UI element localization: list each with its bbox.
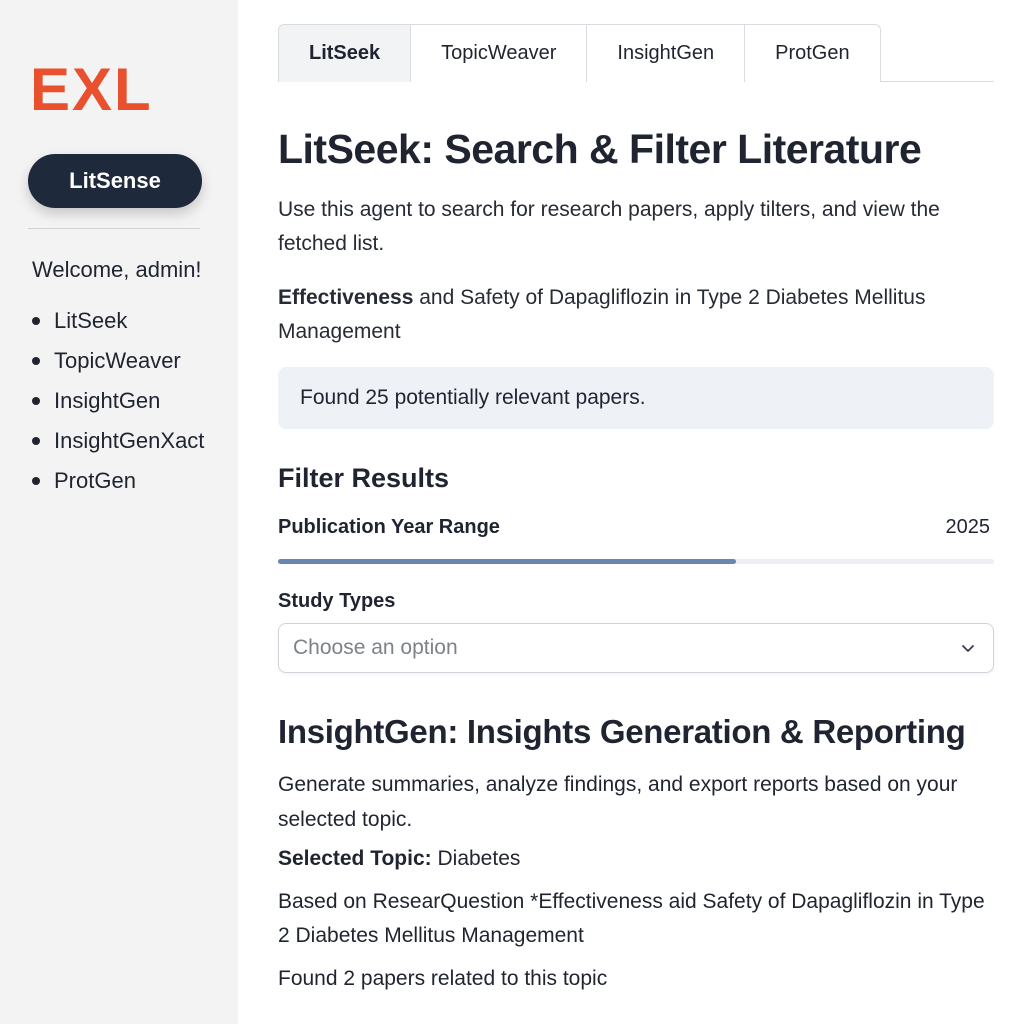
welcome-text: Welcome, admin!	[32, 257, 202, 282]
sidebar-divider	[28, 228, 200, 229]
chevron-down-icon	[962, 645, 974, 652]
year-range-row: Publication Year Range 2025	[278, 516, 990, 539]
tab-protgen[interactable]: ProtGen	[744, 24, 881, 82]
sidebar-item-insightgenxact[interactable]: InsightGenXact	[32, 421, 238, 461]
sidebar-nav: LitSeek TopicWeaver InsightGen InsightGe…	[32, 301, 238, 501]
litsense-button[interactable]: LitSense	[28, 154, 202, 208]
sidebar-item-label: InsightGen	[54, 388, 161, 413]
sidebar-item-label: ProtGen	[54, 468, 136, 493]
year-range-value: 2025	[945, 516, 991, 538]
tab-litseek[interactable]: LitSeek	[278, 24, 412, 82]
sidebar-item-label: TopicWeaver	[54, 348, 181, 373]
research-question: Effectiveness and Safety of Dapagliflozi…	[278, 281, 988, 349]
tab-bar: LitSeek TopicWeaver InsightGen ProtGen	[278, 24, 994, 82]
study-types-select[interactable]: Choose an option	[278, 623, 994, 673]
selected-topic: Selected Topic: Diabetes	[278, 847, 994, 871]
bullet-icon	[32, 357, 40, 365]
app-root: EXL LitSense Welcome, admin! LitSeek Top…	[0, 0, 1024, 1024]
found-papers-info: Found 25 potentially relevant papers.	[278, 367, 994, 429]
filter-heading: Filter Results	[278, 463, 450, 493]
research-question-bold: Effectiveness	[278, 286, 414, 309]
bullet-icon	[32, 437, 40, 445]
sidebar: EXL LitSense Welcome, admin! LitSeek Top…	[0, 0, 238, 1024]
tab-insightgen[interactable]: InsightGen	[586, 24, 746, 82]
insightgen-title: InsightGen: Insights Generation & Report…	[278, 713, 966, 750]
insightgen-found: Found 2 papers related to this topic	[278, 967, 608, 990]
page-title: LitSeek: Search & Filter Literature	[278, 126, 922, 172]
main-content: LitSeek TopicWeaver InsightGen ProtGen L…	[238, 0, 1024, 1024]
sidebar-item-protgen[interactable]: ProtGen	[32, 461, 238, 501]
study-types-placeholder: Choose an option	[293, 636, 458, 659]
year-range-slider[interactable]	[278, 559, 994, 564]
year-range-label: Publication Year Range	[278, 516, 500, 538]
selected-topic-value: Diabetes	[431, 847, 521, 870]
slider-fill	[278, 559, 737, 564]
sidebar-item-topicweaver[interactable]: TopicWeaver	[32, 341, 238, 381]
litseek-description: Use this agent to search for research pa…	[278, 198, 940, 255]
tab-topicweaver[interactable]: TopicWeaver	[410, 24, 588, 82]
bullet-icon	[32, 477, 40, 485]
bullet-icon	[32, 397, 40, 405]
selected-topic-label: Selected Topic:	[278, 847, 432, 870]
based-on-text: Based on ResearQuestion *Effectiveness a…	[278, 890, 985, 947]
study-types-label: Study Types	[278, 590, 396, 612]
sidebar-item-label: InsightGenXact	[54, 428, 205, 453]
sidebar-item-insightgen[interactable]: InsightGen	[32, 381, 238, 421]
bullet-icon	[32, 317, 40, 325]
insightgen-description: Generate summaries, analyze findings, an…	[278, 773, 958, 831]
exl-logo: EXL	[30, 56, 153, 123]
sidebar-item-litseek[interactable]: LitSeek	[32, 301, 238, 341]
sidebar-item-label: LitSeek	[54, 308, 128, 333]
